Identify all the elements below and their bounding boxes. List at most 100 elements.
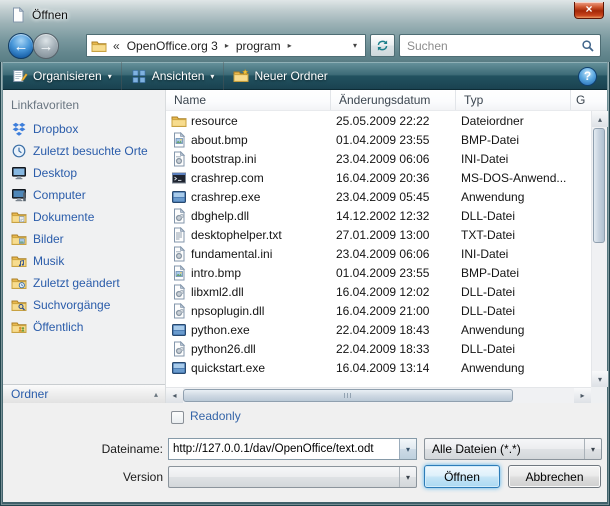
window-title: Öffnen bbox=[32, 0, 68, 30]
filename-combobox[interactable]: ▾ bbox=[168, 438, 417, 460]
search-input[interactable] bbox=[400, 39, 576, 53]
chevron-down-icon: ▾ bbox=[584, 439, 601, 459]
version-combobox[interactable]: ▾ bbox=[168, 466, 417, 488]
searches-folder-icon bbox=[11, 297, 27, 313]
chevron-up-icon: ▴ bbox=[154, 390, 158, 399]
column-header-name[interactable]: Name bbox=[166, 90, 331, 110]
search-icon[interactable] bbox=[576, 38, 600, 54]
window-icon[interactable] bbox=[10, 7, 26, 23]
sidebar-items: Dropbox Zuletzt besuchte Orte Desktop Co… bbox=[3, 118, 165, 338]
scrollbar-corner bbox=[591, 387, 607, 403]
back-button[interactable]: ← bbox=[8, 33, 34, 59]
config-file-icon bbox=[171, 151, 187, 167]
filetype-value: Alle Dateien (*.*) bbox=[425, 442, 584, 456]
sidebar-item-recent-changed[interactable]: Zuletzt geändert bbox=[3, 272, 165, 294]
sidebar-item-recent-places[interactable]: Zuletzt besuchte Orte bbox=[3, 140, 165, 162]
forward-arrow-icon: → bbox=[39, 38, 54, 55]
sidebar-item-public[interactable]: Öffentlich bbox=[3, 316, 165, 338]
open-dialog-window: Öffnen × ← → « OpenOffice.org 3 ▸ progra… bbox=[0, 0, 610, 506]
scroll-left-button[interactable]: ◂ bbox=[166, 388, 183, 403]
desktop-icon bbox=[11, 165, 27, 181]
file-row-about-bmp[interactable]: about.bmp 01.04.2009 23:55 BMP-Datei bbox=[166, 130, 591, 149]
search-box[interactable] bbox=[399, 34, 601, 57]
open-button[interactable]: Öffnen bbox=[424, 465, 500, 488]
file-row-bootstrap-ini[interactable]: bootstrap.ini 23.04.2009 06:06 INI-Datei bbox=[166, 149, 591, 168]
breadcrumb-item-openoffice[interactable]: OpenOffice.org 3 bbox=[125, 39, 220, 53]
filename-input[interactable] bbox=[169, 439, 399, 459]
chevron-right-icon[interactable]: ▸ bbox=[225, 41, 229, 50]
help-button[interactable]: ? bbox=[578, 67, 597, 86]
sidebar-item-music[interactable]: Musik bbox=[3, 250, 165, 272]
titlebar[interactable]: Öffnen × bbox=[0, 0, 610, 30]
dos-app-icon bbox=[171, 170, 187, 186]
file-row-quickstart-exe[interactable]: quickstart.exe 16.04.2009 13:14 Anwendun… bbox=[166, 358, 591, 377]
chevron-down-icon: ▾ bbox=[399, 467, 416, 487]
readonly-checkbox[interactable] bbox=[171, 411, 184, 424]
breadcrumb-bar[interactable]: « OpenOffice.org 3 ▸ program ▸ ▾ bbox=[86, 34, 366, 57]
dll-file-icon bbox=[171, 208, 187, 224]
column-header-size[interactable]: G bbox=[571, 90, 607, 110]
sidebar-item-dropbox[interactable]: Dropbox bbox=[3, 118, 165, 140]
cancel-button[interactable]: Abbrechen bbox=[508, 465, 601, 488]
file-row-resource[interactable]: resource 25.05.2009 22:22 Dateiordner bbox=[166, 111, 591, 130]
sidebar-item-searches[interactable]: Suchvorgänge bbox=[3, 294, 165, 316]
scroll-down-button[interactable]: ▾ bbox=[592, 371, 608, 387]
column-header-type[interactable]: Typ bbox=[456, 90, 571, 110]
views-button[interactable]: Ansichten ▾ bbox=[122, 63, 224, 89]
refresh-button[interactable] bbox=[370, 34, 395, 57]
dropbox-icon bbox=[11, 121, 27, 137]
documents-folder-icon bbox=[11, 209, 27, 225]
computer-icon bbox=[11, 187, 27, 203]
image-file-icon bbox=[171, 132, 187, 148]
breadcrumb-dropdown-icon[interactable]: ▾ bbox=[349, 41, 361, 50]
dll-file-icon bbox=[171, 284, 187, 300]
file-row-crashrep-com[interactable]: crashrep.com 16.04.2009 20:36 MS-DOS-Anw… bbox=[166, 168, 591, 187]
new-folder-icon bbox=[233, 68, 249, 84]
breadcrumb-folder-icon bbox=[91, 38, 107, 54]
file-row-intro-bmp[interactable]: intro.bmp 01.04.2009 23:55 BMP-Datei bbox=[166, 263, 591, 282]
forward-button[interactable]: → bbox=[33, 33, 59, 59]
filetype-combobox[interactable]: Alle Dateien (*.*) ▾ bbox=[424, 438, 602, 460]
scroll-up-button[interactable]: ▴ bbox=[592, 111, 608, 127]
sidebar-item-documents[interactable]: Dokumente bbox=[3, 206, 165, 228]
chevron-right-icon[interactable]: ▸ bbox=[288, 41, 292, 50]
folders-expander[interactable]: Ordner ▴ bbox=[3, 384, 165, 403]
back-arrow-icon: ← bbox=[14, 38, 29, 55]
chevron-down-icon: ▾ bbox=[108, 72, 112, 81]
refresh-icon bbox=[375, 38, 391, 54]
file-row-python-exe[interactable]: python.exe 22.04.2009 18:43 Anwendung bbox=[166, 320, 591, 339]
combo-dropdown-button[interactable]: ▾ bbox=[399, 439, 416, 459]
file-row-npsoplugin-dll[interactable]: npsoplugin.dll 16.04.2009 21:00 DLL-Date… bbox=[166, 301, 591, 320]
folder-icon bbox=[171, 113, 187, 129]
music-folder-icon bbox=[11, 253, 27, 269]
organize-button[interactable]: Organisieren ▾ bbox=[3, 63, 121, 89]
pictures-folder-icon bbox=[11, 231, 27, 247]
horizontal-scroll-thumb[interactable] bbox=[183, 389, 513, 402]
column-header-date[interactable]: Änderungsdatum bbox=[331, 90, 456, 110]
close-button[interactable]: × bbox=[574, 2, 604, 19]
sidebar-item-computer[interactable]: Computer bbox=[3, 184, 165, 206]
application-icon bbox=[171, 322, 187, 338]
readonly-label[interactable]: Readonly bbox=[190, 409, 241, 423]
sidebar-item-pictures[interactable]: Bilder bbox=[3, 228, 165, 250]
scroll-right-button[interactable]: ▸ bbox=[574, 388, 591, 403]
breadcrumb-item-program[interactable]: program bbox=[234, 39, 283, 53]
application-icon bbox=[171, 189, 187, 205]
file-row-libxml2-dll[interactable]: libxml2.dll 16.04.2009 12:02 DLL-Datei bbox=[166, 282, 591, 301]
file-row-crashrep-exe[interactable]: crashrep.exe 23.04.2009 05:45 Anwendung bbox=[166, 187, 591, 206]
sidebar-item-desktop[interactable]: Desktop bbox=[3, 162, 165, 184]
vertical-scroll-thumb[interactable] bbox=[593, 128, 605, 243]
public-folder-icon bbox=[11, 319, 27, 335]
list-header: Name Änderungsdatum Typ G bbox=[166, 90, 607, 111]
file-row-fundamental-ini[interactable]: fundamental.ini 23.04.2009 06:06 INI-Dat… bbox=[166, 244, 591, 263]
file-row-dbghelp-dll[interactable]: dbghelp.dll 14.12.2002 12:32 DLL-Datei bbox=[166, 206, 591, 225]
new-folder-button[interactable]: Neuer Ordner bbox=[224, 63, 336, 89]
vertical-scrollbar[interactable]: ▴ ▾ bbox=[591, 111, 607, 387]
file-row-desktophelper-txt[interactable]: desktophelper.txt 27.01.2009 13:00 TXT-D… bbox=[166, 225, 591, 244]
application-icon bbox=[171, 360, 187, 376]
file-row-python26-dll[interactable]: python26.dll 22.04.2009 18:33 DLL-Datei bbox=[166, 339, 591, 358]
image-file-icon bbox=[171, 265, 187, 281]
dll-file-icon bbox=[171, 341, 187, 357]
horizontal-scrollbar[interactable]: ◂ ▸ bbox=[166, 387, 591, 403]
breadcrumb-overflow-button[interactable]: « bbox=[113, 39, 120, 53]
